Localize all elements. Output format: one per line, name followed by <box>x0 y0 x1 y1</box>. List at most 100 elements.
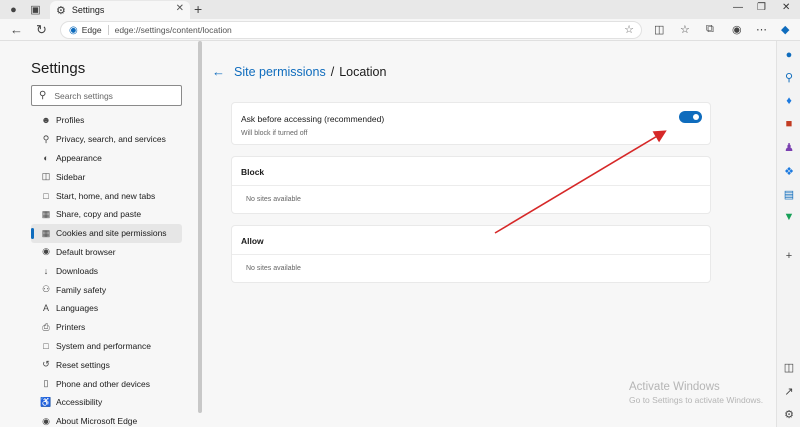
nav-item-label: Profiles <box>56 115 85 126</box>
tab-settings[interactable]: ⚙ Settings ✕ <box>50 1 190 19</box>
settings-title: Settings <box>31 60 86 77</box>
nav-item-label: Start, home, and new tabs <box>56 190 156 201</box>
address-brand: Edge <box>81 25 102 35</box>
nav-item-languages[interactable]: A Languages <box>31 299 182 318</box>
breadcrumb-separator: / <box>330 64 335 79</box>
nav-item-profiles[interactable]: ☻ Profiles <box>31 111 182 130</box>
settings-navigation: Settings ⚲ Search settings ☻ Profiles ⚲ Pr… <box>0 41 198 427</box>
home-icon: □ <box>43 190 49 201</box>
nav-item-label: Accessibility <box>56 397 103 408</box>
nav-item-downloads[interactable]: ↓ Downloads <box>31 261 182 280</box>
search-settings-input[interactable]: ⚲ Search settings <box>31 85 182 106</box>
nav-item-sidebar[interactable]: ◫ Sidebar <box>31 167 182 186</box>
close-tab-icon[interactable]: ✕ <box>176 3 184 14</box>
maximize-button[interactable]: ❐ <box>757 2 766 13</box>
nav-item-label: Appearance <box>56 152 102 163</box>
nav-item-family-safety[interactable]: ⚇ Family safety <box>31 280 182 299</box>
drop-icon[interactable]: ▼ <box>782 210 796 224</box>
divider <box>232 185 710 186</box>
copilot-icon[interactable]: ◆ <box>781 23 789 36</box>
settings-nav-scrollbar[interactable] <box>198 41 202 413</box>
more-options-icon[interactable]: ⋯ <box>756 23 767 36</box>
nav-item-start-home[interactable]: □ Start, home, and new tabs <box>31 186 182 205</box>
nav-item-share-copy[interactable]: ▦ Share, copy and paste <box>31 205 182 224</box>
appearance-icon: ◐ <box>43 152 49 163</box>
nav-item-default-browser[interactable]: ◉ Default browser <box>31 243 182 262</box>
nav-item-label: Cookies and site permissions <box>56 228 167 239</box>
nav-item-label: Privacy, search, and services <box>56 134 166 145</box>
settings-nav-list: ☻ Profiles ⚲ Privacy, search, and services… <box>31 111 182 427</box>
nav-item-reset[interactable]: ↺ Reset settings <box>31 355 182 374</box>
new-tab-button[interactable]: + <box>194 1 202 17</box>
microsoft-365-icon[interactable]: ❖ <box>782 164 796 178</box>
share-icon: ▦ <box>41 208 51 219</box>
nav-item-phone-devices[interactable]: ▯ Phone and other devices <box>31 374 182 393</box>
nav-item-privacy[interactable]: ⚲ Privacy, search, and services <box>31 130 182 149</box>
open-external-icon[interactable]: ↗ <box>782 384 796 398</box>
nav-item-accessibility[interactable]: ♿ Accessibility <box>31 393 182 412</box>
tab-actions-icon[interactable]: ▣ <box>28 2 43 17</box>
title-bar: ● ▣ ⚙ Settings ✕ + — ❐ ✕ <box>0 0 800 19</box>
edge-logo-icon: ◉ <box>69 24 78 36</box>
nav-item-label: Phone and other devices <box>56 378 151 389</box>
nav-item-label: About Microsoft Edge <box>56 416 138 427</box>
nav-item-printers[interactable]: ⎙ Printers <box>31 318 182 337</box>
edge-icon: ◉ <box>42 415 50 426</box>
navigation-bar: ← ↻ ◉ Edge edge://settings/content/locat… <box>0 19 800 41</box>
sidebar-settings-icon[interactable]: ⚙ <box>782 407 796 421</box>
back-arrow-icon[interactable]: ← <box>212 64 225 79</box>
allow-empty-message: No sites available <box>246 265 301 272</box>
favorite-star-icon[interactable]: ☆ <box>624 23 634 36</box>
favorites-icon[interactable]: ☆ <box>680 23 690 36</box>
profile-icon: ☻ <box>41 115 51 126</box>
phone-icon: ▯ <box>43 378 49 389</box>
tools-briefcase-icon[interactable]: ■ <box>782 117 796 131</box>
close-window-button[interactable]: ✕ <box>782 2 790 13</box>
address-separator <box>107 25 109 35</box>
gear-icon: ⚙ <box>56 4 66 17</box>
ask-before-accessing-card: Ask before accessing (recommended) Will … <box>231 102 711 145</box>
nav-item-label: Reset settings <box>56 359 110 370</box>
games-icon[interactable]: ♟ <box>782 140 796 154</box>
nav-item-label: Downloads <box>56 265 99 276</box>
nav-item-label: Family safety <box>56 284 107 295</box>
collections-icon[interactable]: ⧉ <box>706 23 714 36</box>
ask-before-accessing-label: Ask before accessing (recommended) <box>241 114 385 124</box>
accessibility-icon: ♿ <box>40 396 52 407</box>
divider <box>232 254 710 255</box>
add-sidebar-app-icon[interactable]: + <box>782 249 796 263</box>
nav-item-system[interactable]: □ System and performance <box>31 337 182 356</box>
ask-before-accessing-toggle[interactable] <box>679 111 702 123</box>
outlook-icon[interactable]: ▤ <box>782 187 796 201</box>
cookies-icon: ▦ <box>41 227 51 238</box>
minimize-button[interactable]: — <box>733 2 743 13</box>
nav-item-label: Printers <box>56 322 86 333</box>
nav-item-appearance[interactable]: ◐ Appearance <box>31 149 182 168</box>
languages-icon: A <box>42 303 49 314</box>
shopping-tag-icon[interactable]: ♦ <box>782 94 796 108</box>
system-icon: □ <box>43 340 49 351</box>
extensions-icon[interactable]: ◉ <box>732 23 742 36</box>
block-section-card: Block No sites available <box>231 156 711 214</box>
printer-icon: ⎙ <box>42 321 50 332</box>
breadcrumb-parent-link[interactable]: Site permissions <box>234 65 326 79</box>
address-url[interactable]: edge://settings/content/location <box>115 25 232 35</box>
sidebar-icon: ◫ <box>41 171 51 182</box>
hide-sidebar-icon[interactable]: ◫ <box>782 360 796 374</box>
address-bar[interactable]: ◉ Edge edge://settings/content/location … <box>60 21 642 39</box>
allow-section-card: Allow No sites available <box>231 225 711 283</box>
block-empty-message: No sites available <box>246 196 301 203</box>
nav-item-about-edge[interactable]: ◉ About Microsoft Edge <box>31 412 182 427</box>
download-icon: ↓ <box>43 265 49 276</box>
refresh-button[interactable]: ↻ <box>36 22 47 38</box>
back-button[interactable]: ← <box>10 22 23 37</box>
nav-item-cookies[interactable]: ▦ Cookies and site permissions <box>31 223 182 243</box>
nav-item-label: Languages <box>56 303 99 314</box>
watermark-title: Activate Windows <box>629 381 720 393</box>
split-screen-icon[interactable]: ◫ <box>654 23 664 36</box>
search-icon[interactable]: ⚲ <box>782 70 796 84</box>
notification-bell-icon[interactable]: ● <box>782 48 796 62</box>
nav-item-label: Sidebar <box>56 171 86 182</box>
profile-avatar-icon[interactable]: ● <box>6 2 21 17</box>
search-icon: ⚲ <box>39 90 47 101</box>
